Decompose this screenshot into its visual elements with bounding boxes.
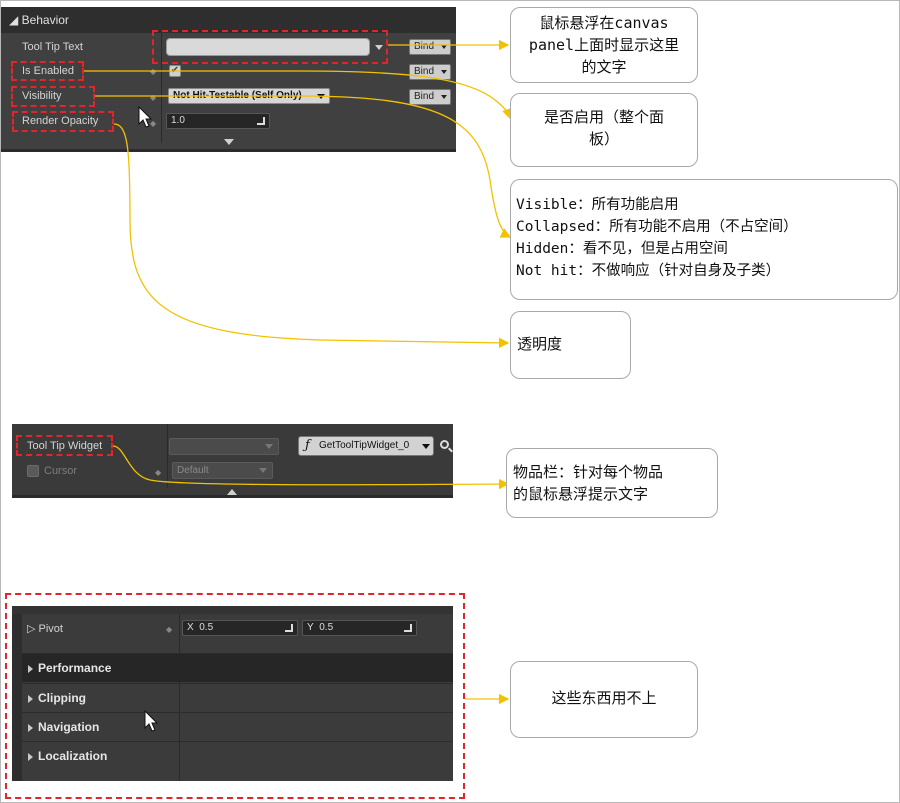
callout-tool-tip-widget: 物品栏：针对每个物品 的鼠标悬浮提示文字 [506, 448, 718, 518]
callout-tooltip-text: 鼠标悬浮在canvas panel上面时显示这里 的文字 [510, 7, 698, 83]
callout-visibility: Visible：所有功能启用 Collapsed：所有功能不启用（不占空间） H… [510, 179, 898, 300]
callout-unused-sections: 这些东西用不上 [510, 661, 698, 738]
callout-is-enabled: 是否启用（整个面 板） [510, 93, 698, 167]
connector-lines [84, 39, 513, 705]
callout-render-opacity: 透明度 [510, 311, 631, 379]
